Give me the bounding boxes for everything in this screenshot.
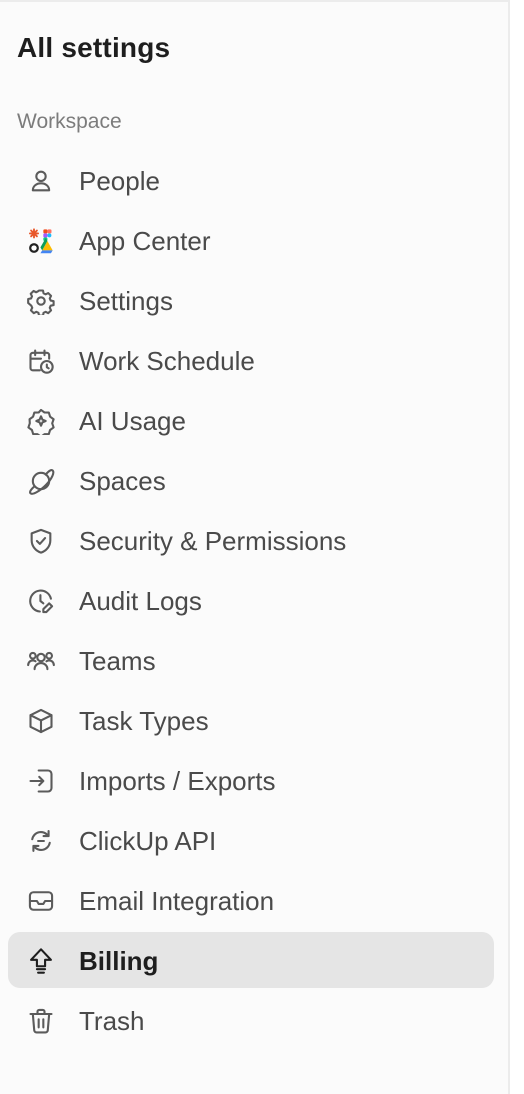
- sidebar-item-label: Billing: [79, 946, 159, 976]
- sidebar-item-ai-usage[interactable]: AI Usage: [8, 392, 494, 448]
- sidebar-item-app-center[interactable]: App Center: [8, 212, 494, 268]
- sidebar-item-teams[interactable]: Teams: [8, 632, 494, 688]
- sidebar-item-label: Task Types: [79, 706, 209, 736]
- settings-menu: People App Center Settings Work Schedule…: [8, 152, 494, 1052]
- person-icon: [26, 166, 56, 196]
- sidebar-item-task-types[interactable]: Task Types: [8, 692, 494, 748]
- sidebar-item-label: Work Schedule: [79, 346, 255, 376]
- shield-check-icon: [26, 526, 56, 556]
- sidebar-item-label: AI Usage: [79, 406, 186, 436]
- sidebar-item-label: Imports / Exports: [79, 766, 276, 796]
- sidebar-item-label: ClickUp API: [79, 826, 217, 856]
- ai-sparkle-icon: [26, 406, 56, 436]
- sidebar-item-label: Trash: [79, 1006, 145, 1036]
- team-icon: [26, 646, 56, 676]
- sidebar-item-label: Email Integration: [79, 886, 275, 916]
- planet-icon: [26, 466, 56, 496]
- sidebar-item-security-permissions[interactable]: Security & Permissions: [8, 512, 494, 568]
- sidebar-item-people[interactable]: People: [8, 152, 494, 208]
- api-sync-icon: [26, 826, 56, 856]
- import-icon: [26, 766, 56, 796]
- calendar-clock-icon: [26, 346, 56, 376]
- sidebar-item-label: Spaces: [79, 466, 166, 496]
- sidebar-item-label: Security & Permissions: [79, 526, 347, 556]
- settings-title: All settings: [17, 32, 171, 63]
- trash-icon: [26, 1006, 56, 1036]
- sidebar-item-imports-exports[interactable]: Imports / Exports: [8, 752, 494, 808]
- sidebar-item-label: Teams: [79, 646, 156, 676]
- workspace-section-label: Workspace: [17, 110, 122, 133]
- sidebar-item-label: Settings: [79, 286, 173, 316]
- sidebar-item-label: People: [79, 166, 160, 196]
- clock-edit-icon: [26, 586, 56, 616]
- sidebar-item-work-schedule[interactable]: Work Schedule: [8, 332, 494, 388]
- sidebar-item-audit-logs[interactable]: Audit Logs: [8, 572, 494, 628]
- sidebar-item-email-integration[interactable]: Email Integration: [8, 872, 494, 928]
- sidebar-item-billing[interactable]: Billing: [8, 932, 494, 988]
- gear-icon: [26, 286, 56, 316]
- sidebar-item-spaces[interactable]: Spaces: [8, 452, 494, 508]
- sidebar-item-label: App Center: [79, 226, 211, 256]
- sidebar-item-settings[interactable]: Settings: [8, 272, 494, 328]
- sidebar-item-trash[interactable]: Trash: [8, 992, 494, 1048]
- mail-icon: [26, 886, 56, 916]
- upgrade-arrow-icon: [26, 946, 56, 976]
- sidebar-item-label: Audit Logs: [79, 586, 202, 616]
- cube-icon: [26, 706, 56, 736]
- app-center-icon: [26, 226, 56, 256]
- settings-sidebar: All settings Workspace People App Center…: [0, 0, 510, 1094]
- sidebar-item-clickup-api[interactable]: ClickUp API: [8, 812, 494, 868]
